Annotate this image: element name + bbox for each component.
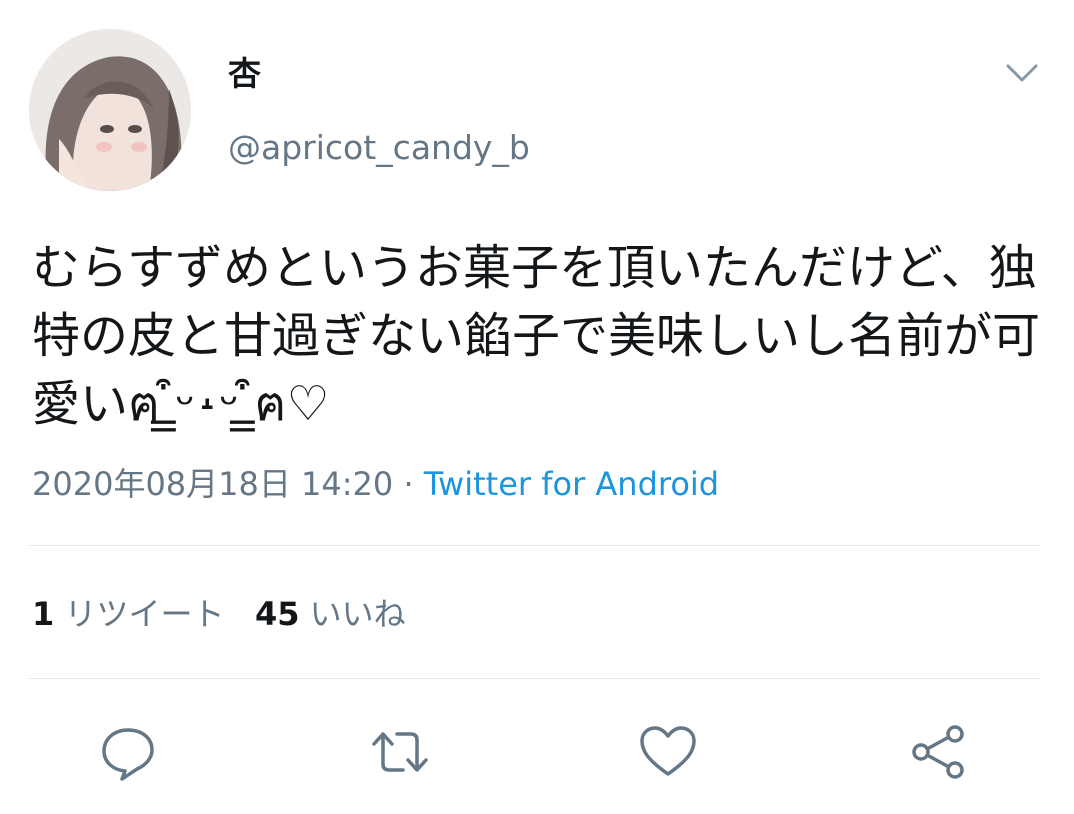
divider [29,545,1039,546]
tweet-meta: 2020年08月18日 14:20 · Twitter for Android [32,462,719,506]
user-handle[interactable]: @apricot_candy_b [228,126,530,170]
retweet-count: 1 [32,595,55,633]
tweet-text: むらすずめというお菓子を頂いたんだけど、独特の皮と甘過ぎない餡子で美味しいし名前… [32,240,1041,432]
source-link[interactable]: Twitter for Android [424,465,719,503]
timestamp[interactable]: 2020年08月18日 14:20 [32,465,393,503]
like-count: 45 [254,595,300,633]
like-stat[interactable]: 45 いいね [255,595,406,633]
tweet-stats: 1 リツイート 45 いいね [32,592,406,636]
retweet-stat[interactable]: 1 リツイート [32,595,224,633]
divider [29,678,1039,679]
chevron-down-icon[interactable] [1002,56,1042,88]
reply-icon[interactable] [98,722,158,782]
like-icon[interactable] [638,722,698,782]
display-name[interactable]: 杏 [228,52,261,96]
retweet-icon[interactable] [370,722,430,782]
share-icon[interactable] [908,722,968,782]
like-label: いいね [309,595,406,633]
meta-separator: · [403,465,414,503]
avatar[interactable] [29,29,191,191]
retweet-label: リツイート [64,595,225,633]
